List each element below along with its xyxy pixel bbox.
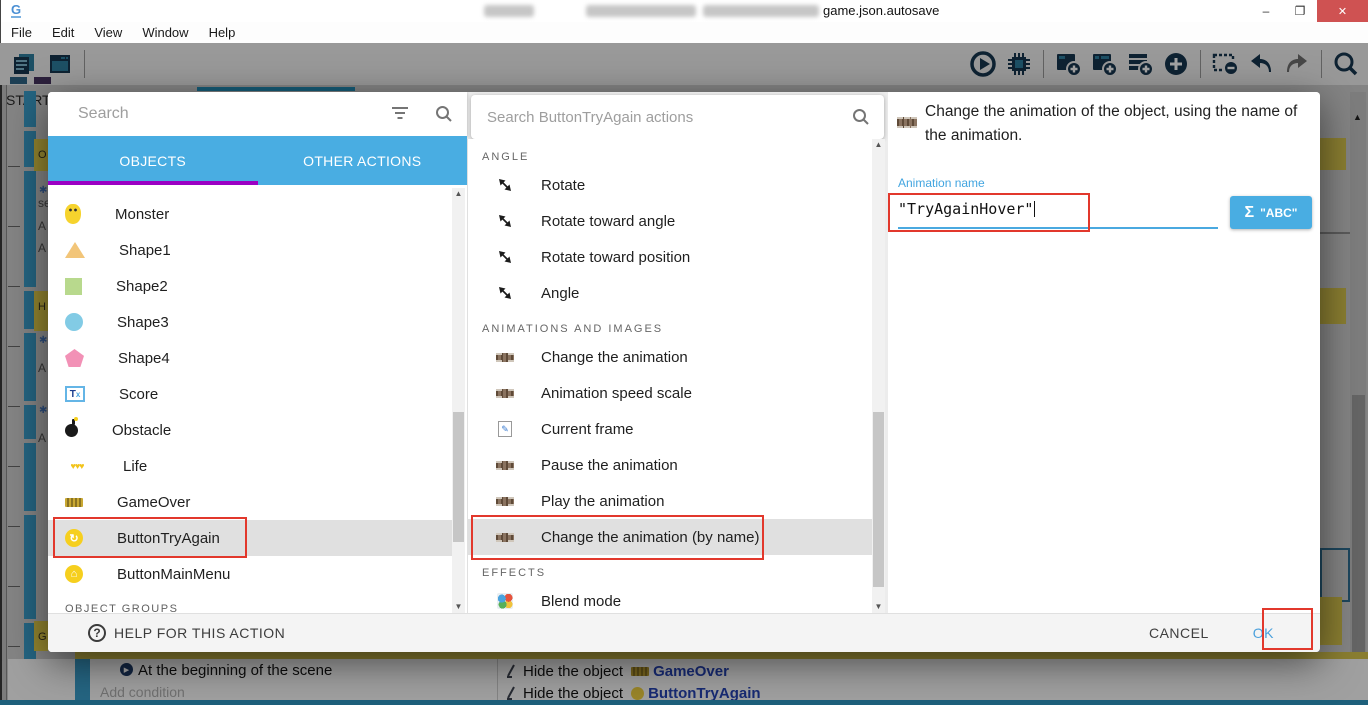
action-item-pause-the-animation[interactable]: Pause the animation (468, 447, 872, 483)
action-item-rotate-toward-angle[interactable]: Rotate toward angle (468, 203, 872, 239)
film-icon (495, 497, 515, 506)
pentagon-icon (65, 349, 84, 367)
square-icon (65, 278, 82, 295)
objects-search-bar (48, 92, 467, 136)
home-icon: ⌂ (65, 565, 83, 583)
gdevelop-logo-icon: G (11, 4, 21, 18)
action-item-blend-mode[interactable]: Blend mode (468, 583, 872, 613)
annotation-box-ok-button (1262, 608, 1313, 650)
filmstrip-icon (897, 117, 917, 128)
object-item-shape4[interactable]: Shape4 (48, 340, 452, 376)
monster-icon (65, 204, 81, 224)
redacted-title-text (586, 5, 696, 17)
blend-icon (495, 593, 515, 609)
menu-bar: File Edit View Window Help (0, 22, 1368, 43)
tab-other-actions[interactable]: OTHER ACTIONS (258, 136, 468, 185)
hearts-icon: ♥♥♥ (65, 461, 89, 471)
triangle-icon (65, 242, 85, 258)
object-groups-header: OBJECT GROUPS (48, 589, 178, 615)
minimize-button[interactable]: – (1249, 0, 1283, 22)
filter-icon[interactable] (391, 107, 409, 121)
scroll-down-arrow-icon[interactable]: ▼ (872, 601, 885, 613)
window-title: game.json.autosave (823, 3, 939, 18)
annotation-box-buttontryagain (53, 517, 247, 558)
object-item-life[interactable]: ♥♥♥Life (48, 448, 452, 484)
object-item-monster[interactable]: Monster (48, 196, 452, 232)
annotation-box-change-animation-by-name (471, 515, 764, 560)
actions-search-input[interactable] (487, 109, 852, 126)
rotate-icon (495, 285, 515, 301)
window-titlebar: G game.json.autosave – ❐ ✕ (0, 0, 1368, 22)
action-item-current-frame[interactable]: ✎Current frame (468, 411, 872, 447)
action-item-rotate-toward-position[interactable]: Rotate toward position (468, 239, 872, 275)
object-item-score[interactable]: TxScore (48, 376, 452, 412)
object-item-shape3[interactable]: Shape3 (48, 304, 452, 340)
action-item-angle[interactable]: Angle (468, 275, 872, 311)
objects-scrollbar-thumb[interactable] (453, 412, 464, 542)
action-item-rotate[interactable]: Rotate (468, 167, 872, 203)
menu-file[interactable]: File (9, 25, 44, 40)
rotate-icon (495, 213, 515, 229)
sigma-icon: Σ (1245, 204, 1255, 222)
menu-view[interactable]: View (92, 25, 134, 40)
frameedit-icon: ✎ (495, 421, 515, 437)
object-item-buttonmainmenu[interactable]: ⌂ButtonMainMenu (48, 556, 452, 592)
scroll-up-arrow-icon[interactable]: ▲ (872, 139, 885, 151)
search-icon[interactable] (852, 108, 870, 126)
cancel-button[interactable]: CANCEL (1149, 625, 1209, 641)
scroll-down-arrow-icon[interactable]: ▼ (452, 601, 465, 613)
film-icon (495, 353, 515, 362)
object-item-shape2[interactable]: Shape2 (48, 268, 452, 304)
redacted-title-text (703, 5, 819, 17)
actions-scrollbar[interactable]: ▲ ▼ (872, 139, 885, 613)
actions-search-bar (471, 95, 884, 139)
bomb-icon (65, 424, 78, 437)
action-parameters-panel: Change the animation of the object, usin… (888, 92, 1320, 613)
objects-search-input[interactable] (78, 105, 391, 123)
circle-icon (65, 313, 83, 331)
menu-window[interactable]: Window (140, 25, 200, 40)
annotation-box-animation-name-input (888, 193, 1090, 232)
rotate-icon (495, 177, 515, 193)
objects-panel: OBJECTS OTHER ACTIONS MonsterShape1Shape… (48, 92, 467, 652)
redacted-title-text (484, 5, 534, 17)
objects-tabs: OBJECTS OTHER ACTIONS (48, 136, 467, 185)
search-icon[interactable] (435, 105, 453, 123)
scroll-up-arrow-icon[interactable]: ▲ (452, 188, 465, 200)
help-icon[interactable]: ? (88, 624, 106, 642)
menu-help[interactable]: Help (207, 25, 248, 40)
expression-editor-button[interactable]: Σ "ABC" (1230, 196, 1312, 229)
section-header: ANGLE (468, 139, 872, 167)
actions-panel: ANGLERotateRotate toward angleRotate tow… (467, 92, 888, 652)
action-item-change-the-animation[interactable]: Change the animation (468, 339, 872, 375)
action-description: Change the animation of the object, usin… (925, 100, 1313, 148)
film-icon (495, 389, 515, 398)
dialog-footer: ? HELP FOR THIS ACTION CANCEL OK (48, 613, 1320, 652)
actions-scrollbar-thumb[interactable] (873, 412, 884, 587)
animation-name-label: Animation name (898, 176, 985, 190)
objects-scrollbar[interactable]: ▲ ▼ (452, 188, 465, 613)
menu-edit[interactable]: Edit (50, 25, 86, 40)
tab-objects[interactable]: OBJECTS (48, 136, 258, 185)
object-item-gameover[interactable]: GameOver (48, 484, 452, 520)
action-item-animation-speed-scale[interactable]: Animation speed scale (468, 375, 872, 411)
text-icon: Tx (65, 386, 85, 402)
help-link[interactable]: HELP FOR THIS ACTION (114, 625, 285, 641)
section-header: ANIMATIONS AND IMAGES (468, 311, 872, 339)
close-button[interactable]: ✕ (1317, 0, 1368, 22)
rotate-icon (495, 249, 515, 265)
restore-button[interactable]: ❐ (1283, 0, 1317, 22)
choose-action-dialog: OBJECTS OTHER ACTIONS MonsterShape1Shape… (48, 92, 1320, 652)
gameover-icon (65, 498, 83, 507)
object-item-obstacle[interactable]: Obstacle (48, 412, 452, 448)
film-icon (495, 461, 515, 470)
object-item-shape1[interactable]: Shape1 (48, 232, 452, 268)
action-item-play-the-animation[interactable]: Play the animation (468, 483, 872, 519)
